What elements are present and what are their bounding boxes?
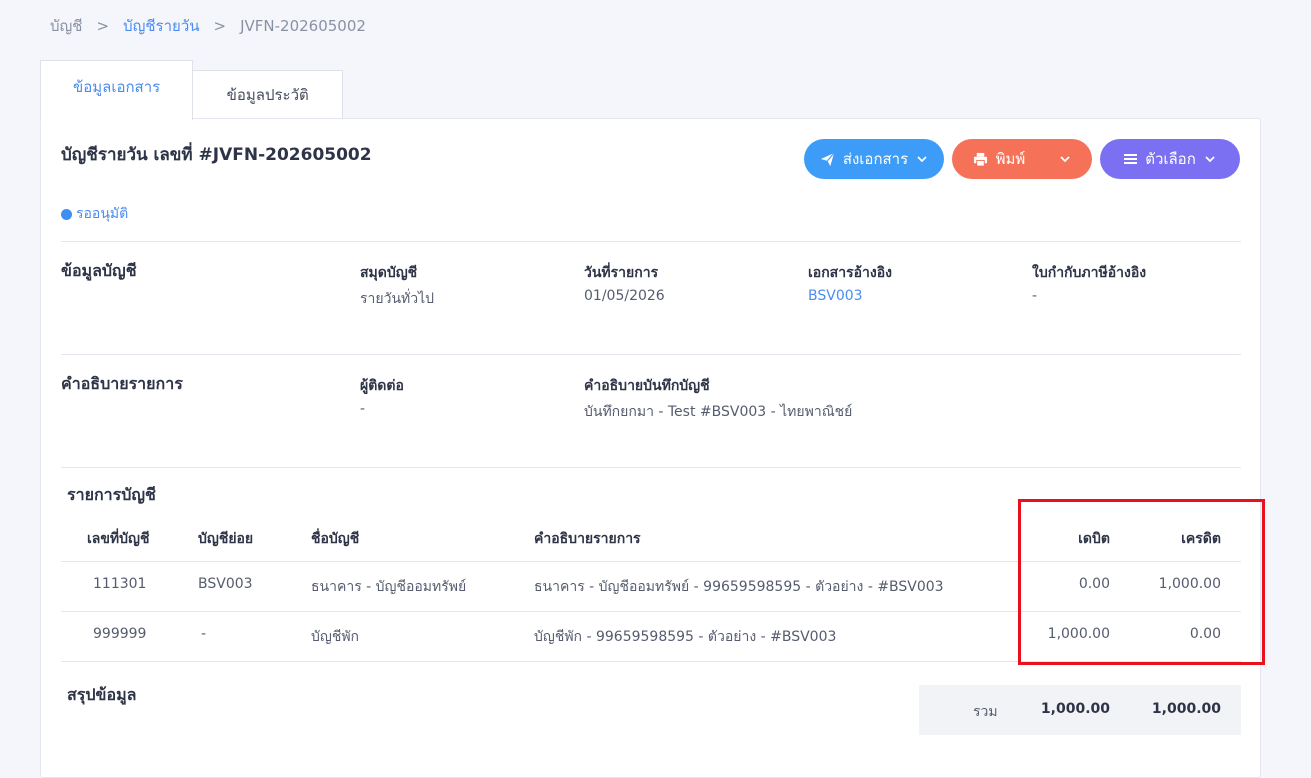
header-sub-account: บัญชีย่อย — [198, 531, 254, 547]
entries-title: รายการบัญชี — [67, 485, 156, 504]
send-document-button[interactable]: ส่งเอกสาร — [804, 139, 944, 179]
print-label: พิมพ์ — [995, 151, 1026, 168]
document-card: บัญชีรายวัน เลขที่ #JVFN-202605002 ส่งเอ… — [40, 118, 1261, 778]
summary-total-row: รวม 1,000.00 1,000.00 — [919, 685, 1241, 735]
chevron-down-icon — [1205, 156, 1215, 163]
chevron-down-icon — [1060, 156, 1070, 163]
field-value: 01/05/2026 — [584, 288, 665, 304]
contact-field: ผู้ติดต่อ - — [360, 375, 404, 417]
field-value: รายวันทั่วไป — [360, 291, 435, 307]
menu-icon — [1124, 154, 1138, 164]
action-bar: ส่งเอกสาร พิมพ์ ตัวเลือก — [804, 139, 1240, 179]
journal-note-field: คำอธิบายบันทึกบัญชี บันทึกยกมา - Test #B… — [584, 375, 852, 423]
header-account-name: ชื่อบัญชี — [311, 531, 360, 547]
breadcrumb-root[interactable]: บัญชี — [50, 14, 82, 38]
field-value: บันทึกยกมา - Test #BSV003 - ไทยพาณิชย์ — [584, 404, 853, 420]
divider — [61, 467, 1241, 468]
options-label: ตัวเลือก — [1145, 151, 1196, 168]
description-title: คำอธิบายรายการ — [61, 374, 183, 393]
send-document-label: ส่งเอกสาร — [842, 151, 909, 168]
tax-invoice-field: ใบกำกับภาษีอ้างอิง - — [1032, 262, 1146, 304]
header-account-code: เลขที่บัญชี — [87, 531, 150, 547]
cell-description: ธนาคาร - บัญชีออมทรัพย์ - 99659598595 - … — [534, 579, 944, 595]
highlight-box — [1018, 499, 1265, 665]
header-description: คำอธิบายรายการ — [534, 531, 641, 547]
field-label: คำอธิบายบันทึกบัญชี — [584, 378, 710, 394]
breadcrumb-separator: > — [213, 17, 227, 35]
field-label: ผู้ติดต่อ — [360, 378, 404, 394]
options-button[interactable]: ตัวเลือก — [1100, 139, 1240, 179]
field-label: ใบกำกับภาษีอ้างอิง — [1032, 265, 1147, 281]
breadcrumb-current: JVFN-202605002 — [240, 17, 366, 35]
printer-icon — [973, 152, 987, 167]
tab-bar: ข้อมูลเอกสาร ข้อมูลประวัติ — [40, 60, 344, 120]
field-label: สมุดบัญชี — [360, 265, 418, 281]
cell-sub-account: - — [201, 626, 207, 642]
divider — [61, 354, 1241, 355]
cell-account-code: 111301 — [93, 576, 147, 592]
field-value: - — [360, 401, 366, 417]
cell-account-code: 999999 — [93, 626, 147, 642]
status-text: รออนุมัติ — [76, 206, 129, 222]
page-title: บัญชีรายวัน เลขที่ #JVFN-202605002 — [61, 145, 372, 165]
divider — [61, 241, 1241, 242]
summary-total-credit: 1,000.00 — [1151, 701, 1221, 717]
reference-document-field: เอกสารอ้างอิง BSV003 — [808, 262, 892, 304]
send-icon — [820, 152, 835, 166]
field-label: เอกสารอ้างอิง — [808, 265, 892, 281]
breadcrumb-separator: > — [96, 17, 110, 35]
reference-document-link[interactable]: BSV003 — [808, 288, 892, 304]
transaction-date-field: วันที่รายการ 01/05/2026 — [584, 262, 665, 304]
chevron-down-icon — [917, 156, 927, 163]
cell-account-name: บัญชีพัก — [311, 629, 360, 645]
account-book-field: สมุดบัญชี รายวันทั่วไป — [360, 262, 434, 310]
status-badge: รออนุมัติ — [61, 203, 128, 225]
field-value: - — [1032, 288, 1038, 304]
cell-sub-account: BSV003 — [198, 576, 253, 592]
summary-total-label: รวม — [973, 704, 998, 720]
cell-description: บัญชีพัก - 99659598595 - ตัวอย่าง - #BSV… — [534, 629, 837, 645]
breadcrumb-parent[interactable]: บัญชีรายวัน — [123, 14, 199, 38]
print-button[interactable]: พิมพ์ — [952, 139, 1092, 179]
summary-total-debit: 1,000.00 — [1040, 701, 1110, 717]
summary-title: สรุปข้อมูล — [67, 685, 137, 704]
tab-history[interactable]: ข้อมูลประวัติ — [192, 70, 344, 120]
cell-account-name: ธนาคาร - บัญชีออมทรัพย์ — [311, 579, 467, 595]
status-dot-icon — [61, 208, 72, 220]
field-label: วันที่รายการ — [584, 265, 659, 281]
tab-document-info[interactable]: ข้อมูลเอกสาร — [40, 60, 194, 120]
breadcrumb: บัญชี > บัญชีรายวัน > JVFN-202605002 — [50, 14, 366, 38]
account-info-title: ข้อมูลบัญชี — [61, 261, 137, 280]
